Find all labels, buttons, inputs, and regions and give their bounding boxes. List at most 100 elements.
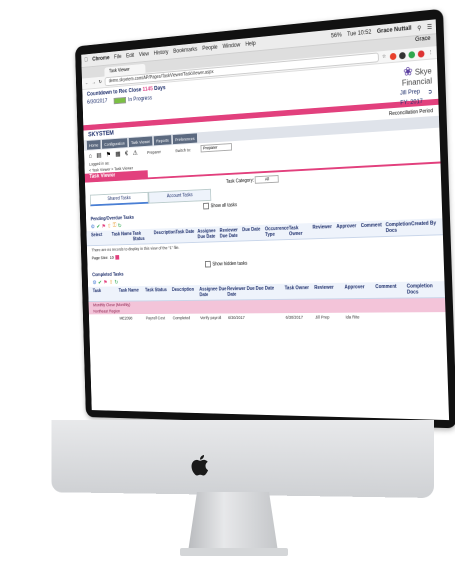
col-description[interactable]: Description [172,287,200,298]
upload-icon[interactable]: ⇧ [107,223,111,229]
menu-people[interactable]: People [202,45,217,52]
progress-status: In Progress [113,95,152,104]
extension-icon[interactable] [408,51,415,58]
countdown-suffix: Days [154,85,166,91]
col-occurrence[interactable]: Occurrence Type [265,226,289,238]
nav-task-viewer[interactable]: Task Viewer [129,136,153,147]
flag-icon[interactable]: ⚑ [103,279,107,285]
currency-icon[interactable]: € [125,150,128,156]
show-all-checkbox[interactable] [203,203,209,210]
menu-list-icon[interactable]: ☰ [427,23,432,30]
cell [408,314,440,319]
clock[interactable]: Tue 10:52 [347,30,371,38]
col-completion-docs[interactable]: Completion Docs [385,221,411,234]
col-assignee-due[interactable]: Assignee Due Date [199,287,227,298]
gear-icon[interactable]: ⚙ [92,280,96,286]
nav-preferences[interactable]: Preferences [173,133,198,144]
cell: Completed [173,315,201,320]
lock-icon[interactable]: ⚿ [113,223,117,229]
refresh-icon[interactable]: ↻ [114,279,118,285]
menu-history[interactable]: History [154,50,169,57]
col-select[interactable]: Select [91,232,112,243]
cell: 6/30/2017 [228,315,257,320]
col-due-date[interactable]: Due Date [242,227,265,239]
page-button[interactable] [115,255,119,260]
screen:  Chrome File Edit View History Bookmark… [81,19,449,420]
nav-reports[interactable]: Reports [154,135,172,145]
cell: Verify payroll [200,315,228,320]
browser-tab-title: Task Viewer [109,67,130,74]
col-comment[interactable]: Comment [375,284,407,296]
extension-icon[interactable] [390,52,397,59]
apple-menu-icon[interactable]:  [84,58,88,64]
col-created-by[interactable]: Created By [411,220,437,233]
extension-icon[interactable] [418,50,425,58]
col-task-owner[interactable]: Task Owner [285,285,315,297]
alert-icon[interactable]: ⚠ [133,149,138,156]
nav-configuration[interactable]: Configuration [102,138,127,149]
nav-home[interactable]: Home [87,140,101,150]
page-size-value[interactable]: 10 [110,255,114,260]
battery-percent[interactable]: 56% [331,33,342,40]
refresh-icon[interactable]: ↻ [118,223,122,229]
calendar-icon[interactable]: ▦ [115,150,120,157]
kebab-menu-icon[interactable]: ⋮ [428,49,433,55]
col-reviewer[interactable]: Reviewer [314,285,345,297]
star-icon[interactable]: ☆ [382,54,386,60]
col-task[interactable]: Task [93,288,119,299]
logo-line2: Financial [402,76,432,87]
menu-bookmarks[interactable]: Bookmarks [173,47,197,55]
col-task-owner[interactable]: Task Owner [289,225,313,237]
forward-icon[interactable]: → [92,80,96,86]
cell: 6/30/2017 [286,315,316,320]
progress-label: In Progress [128,95,152,102]
logout-icon[interactable]: ➲ [427,88,432,95]
menu-window[interactable]: Window [222,43,240,50]
menu-edit[interactable]: Edit [126,53,134,59]
show-hidden-label: Show hidden tasks [212,260,247,266]
menu-help[interactable]: Help [245,41,256,48]
search-icon[interactable]: ⚲ [417,24,421,31]
upload-icon[interactable]: ⇧ [109,279,113,285]
home-icon[interactable]: ⌂ [89,153,92,159]
role-switch-select[interactable]: Preparer [201,143,232,152]
flag-icon[interactable]: ⚑ [106,151,111,158]
user-meta: Jill Prep ➲ [400,88,433,97]
col-reviewer[interactable]: Reviewer [312,224,336,236]
check-icon[interactable]: ✔ [98,280,102,286]
menu-view[interactable]: View [139,52,149,58]
table-row[interactable]: ME2098 Payroll Cost Completed Verify pay… [89,312,446,322]
col-reviewer-due[interactable]: Reviewer Due Date [227,286,256,298]
reload-icon[interactable]: ↻ [99,79,102,85]
role-name[interactable]: Jill Prep [400,89,420,97]
col-task-status[interactable]: Task Status [132,231,154,243]
col-assignee-due[interactable]: Assignee Due Date [197,228,220,240]
col-description[interactable]: Description [154,230,176,242]
show-all-label: Show all tasks [211,202,238,209]
user-name[interactable]: Grace Nuttall [377,26,412,35]
back-icon[interactable]: ← [85,81,89,87]
extension-icon[interactable] [399,51,406,58]
show-hidden-checkbox[interactable] [205,261,211,268]
logo-swirl-icon: ❀ [403,64,413,79]
col-task-name[interactable]: Task Name [112,231,133,242]
col-approver[interactable]: Approver [336,223,361,235]
col-task-name[interactable]: Task Name [119,288,146,299]
col-task-status[interactable]: Task Status [145,287,172,298]
col-due-date[interactable]: Due Date [256,286,285,298]
menu-chrome[interactable]: Chrome [92,56,109,63]
col-approver[interactable]: Approver [344,284,375,296]
col-comment[interactable]: Comment [361,222,386,235]
menu-file[interactable]: File [114,54,122,60]
imac-chin [51,420,434,498]
period-date: 6/30/2017 [87,99,107,107]
col-task-date[interactable]: Task Date [175,229,197,241]
col-reviewer-due[interactable]: Reviewer Due Date [220,227,243,239]
check-icon[interactable]: ✔ [96,224,100,230]
gear-icon[interactable]: ⚙ [91,224,95,230]
imac-bezel:  Chrome File Edit View History Bookmark… [75,9,455,429]
files-icon[interactable]: ▤ [96,152,101,159]
col-completion-docs[interactable]: Completion Docs [407,283,439,295]
flag-icon[interactable]: ⚑ [102,223,106,229]
task-category-select[interactable]: All [255,175,279,184]
